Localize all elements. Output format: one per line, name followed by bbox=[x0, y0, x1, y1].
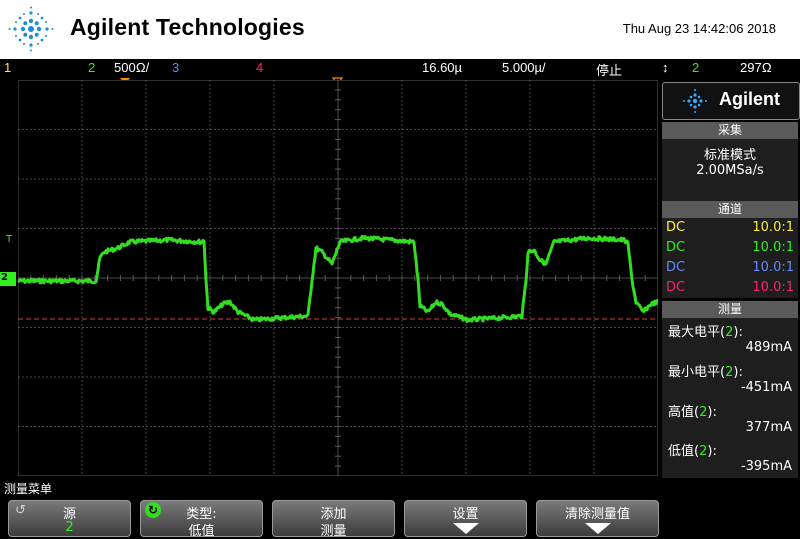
brand-title: Agilent Technologies bbox=[70, 14, 305, 40]
channel-4-ratio: 10.0:1 bbox=[752, 280, 794, 295]
channel-2-row: DC 10.0:1 bbox=[666, 238, 794, 258]
measure-body: 最大电平(2): 489mA 最小电平(2): -451mA 高值(2): 37… bbox=[662, 318, 798, 478]
side-brand-box: Agilent bbox=[662, 82, 800, 120]
settings-softkey[interactable]: 设置 bbox=[404, 500, 527, 537]
type-softkey[interactable]: ↻ 类型: 低值 bbox=[140, 500, 263, 539]
source-value: 2 bbox=[65, 520, 74, 535]
channels-header: 通道 bbox=[662, 201, 798, 218]
measure-header: 测量 bbox=[662, 301, 798, 318]
channel-2-coupling: DC bbox=[666, 240, 686, 255]
agilent-spark-logo-icon bbox=[8, 6, 54, 52]
clear-measurements-label: 清除测量值 bbox=[564, 507, 630, 522]
channel-1-row: DC 10.0:1 bbox=[666, 218, 794, 238]
trigger-level: 297Ω bbox=[740, 60, 772, 75]
channel-4-coupling: DC bbox=[666, 280, 686, 295]
channel-2-ground-marker-label: 2 bbox=[1, 272, 8, 283]
measure-max-value: 489mA bbox=[745, 340, 792, 355]
acquire-mode: 标准模式 bbox=[703, 148, 756, 163]
measure-top-label: 高值(2): bbox=[668, 405, 717, 420]
channel-1-indicator[interactable]: 1 bbox=[4, 60, 11, 75]
acquire-body: 标准模式 2.00MSa/s bbox=[662, 139, 798, 201]
acquire-header: 采集 bbox=[662, 122, 798, 139]
date-time: Thu Aug 23 14:42:06 2018 bbox=[622, 21, 776, 36]
source-softkey[interactable]: ↺ 源 2 bbox=[8, 500, 131, 537]
measure-min-label: 最小电平(2): bbox=[668, 365, 743, 380]
measure-base-value: -395mA bbox=[740, 459, 792, 474]
add-measurement-softkey[interactable]: 添加 测量 bbox=[272, 500, 395, 539]
waveform-display[interactable] bbox=[18, 80, 658, 476]
submenu-arrow-down-icon bbox=[453, 523, 479, 534]
trigger-level-marker: T bbox=[6, 234, 13, 245]
type-value: 低值 bbox=[188, 524, 215, 539]
add-measurement-line2: 测量 bbox=[320, 524, 347, 539]
channels-body: DC 10.0:1 DC 10.0:1 DC 10.0:1 DC 10.0:1 bbox=[662, 218, 798, 298]
channel-3-coupling: DC bbox=[666, 260, 686, 275]
channel-3-indicator[interactable]: 3 bbox=[172, 60, 179, 75]
measure-base-label: 低值(2): bbox=[668, 444, 717, 459]
channel-4-indicator[interactable]: 4 bbox=[256, 60, 263, 75]
menu-title: 测量菜单 bbox=[4, 482, 53, 496]
clear-measurements-softkey[interactable]: 清除测量值 bbox=[536, 500, 659, 537]
time-delay: 16.60µ bbox=[422, 60, 463, 75]
time-scale: 5.000µ/ bbox=[502, 60, 546, 75]
channel-1-coupling: DC bbox=[666, 220, 686, 235]
trigger-source: 2 bbox=[692, 60, 700, 75]
measure-top-value: 377mA bbox=[745, 420, 792, 435]
channel-3-ratio: 10.0:1 bbox=[752, 260, 794, 275]
header-bar: Agilent Technologies Thu Aug 23 14:42:06… bbox=[0, 0, 800, 59]
channel-2-scale: 500Ω/ bbox=[114, 60, 150, 75]
sample-rate: 2.00MSa/s bbox=[696, 163, 764, 178]
channel-4-row: DC 10.0:1 bbox=[666, 278, 794, 298]
submenu-arrow-down-icon bbox=[585, 523, 611, 534]
side-brand-text: Agilent bbox=[719, 89, 780, 109]
channel-2-ratio: 10.0:1 bbox=[752, 240, 794, 255]
measure-max-label: 最大电平(2): bbox=[668, 325, 743, 340]
measure-min-value: -451mA bbox=[740, 380, 792, 395]
settings-label: 设置 bbox=[452, 507, 479, 522]
agilent-small-logo-icon bbox=[683, 89, 707, 113]
side-panel: Agilent 采集 标准模式 2.00MSa/s 通道 DC 10.0:1 D… bbox=[660, 80, 800, 478]
channel-1-ratio: 10.0:1 bbox=[752, 220, 794, 235]
channel-3-row: DC 10.0:1 bbox=[666, 258, 794, 278]
trigger-slope-icon: ↕ bbox=[662, 60, 669, 75]
channel-2-indicator[interactable]: 2 bbox=[88, 60, 95, 75]
